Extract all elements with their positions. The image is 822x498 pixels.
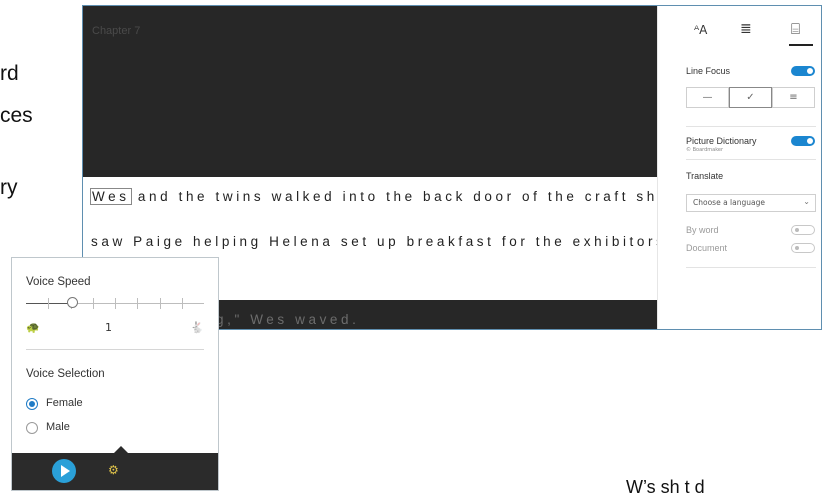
panel-tabs: ᴬA ≣ ⌸ [688,20,818,46]
female-voice-label[interactable]: Female [46,397,83,409]
line-focus-one-line-option[interactable]: — [686,87,729,108]
chapter-label: Chapter 7 [92,25,141,37]
highlighted-word[interactable]: Wes [90,188,132,205]
reading-line[interactable]: saw Paige helping Helena set up breakfas… [91,234,666,249]
picture-dictionary-label: Picture Dictionary [686,136,757,146]
voice-speed-tick [92,298,94,309]
voice-speed-value: 1 [105,321,112,334]
background-text-fragment: ry [0,176,18,199]
voice-popup-divider [26,349,204,350]
voice-speed-tick [115,298,116,309]
line-focus-label: Line Focus [686,66,731,76]
background-text-fragment: ces [0,104,33,127]
popup-pointer [114,446,128,453]
male-voice-radio[interactable] [26,422,38,434]
panel-divider [686,267,816,268]
line-focus-mask-top: Chapter 7 [83,6,657,177]
grammar-options-icon[interactable]: ≣ [740,21,752,37]
line-focus-three-lines-option[interactable]: ✓ [729,87,772,108]
translate-document-toggle[interactable] [791,243,815,253]
voice-speed-tick [137,298,139,309]
voice-selection-label: Voice Selection [26,368,105,380]
reading-preferences-icon[interactable]: ⌸ [791,20,800,38]
reading-preferences-panel: ᴬA ≣ ⌸ Line Focus — ✓ ≡ Picture Dictiona… [657,6,821,329]
reading-line[interactable]: Wes and the twins walked into the back d… [90,188,669,205]
active-tab-indicator [789,44,813,46]
male-voice-label[interactable]: Male [46,421,70,433]
language-select-value: Choose a language [693,198,765,207]
translate-label: Translate [686,171,724,181]
voice-settings-icon[interactable]: ⚙ [108,463,119,477]
language-select[interactable]: Choose a language ⌄ [686,194,816,212]
chevron-down-icon: ⌄ [803,197,810,206]
picture-dictionary-credit: © Boardmaker [686,147,724,153]
voice-speed-tick [181,298,183,309]
voice-speed-label: Voice Speed [26,276,91,288]
translate-by-word-toggle[interactable] [791,225,815,235]
voice-speed-tick [159,298,161,309]
translate-by-word-label: By word [686,225,719,235]
translate-document-label: Document [686,243,728,253]
picture-dictionary-toggle[interactable] [791,136,815,146]
reading-line-text: and the twins walked into the back door … [130,189,669,204]
female-voice-radio[interactable] [26,398,38,410]
voice-speed-slider-thumb[interactable] [66,297,78,308]
line-focus-toggle[interactable] [791,66,815,76]
voice-speed-tick [48,298,50,309]
voice-settings-popup: Voice Speed 🐢 1 🐇 Voice Selection Female… [11,257,219,491]
background-text-fragment: W’s sh t d [626,477,705,497]
panel-divider [686,159,816,160]
text-size-icon[interactable]: ᴬA [694,23,707,37]
fast-rabbit-icon: 🐇 [190,321,204,334]
playback-toolbar: ⚙ [12,453,218,490]
panel-divider [686,126,816,127]
reading-line-dimmed: g," Wes waved. [216,312,360,327]
slow-turtle-icon: 🐢 [26,321,40,334]
line-focus-five-lines-option[interactable]: ≡ [772,87,815,108]
background-text-fragment: rd [0,62,19,85]
play-button[interactable] [52,459,76,483]
